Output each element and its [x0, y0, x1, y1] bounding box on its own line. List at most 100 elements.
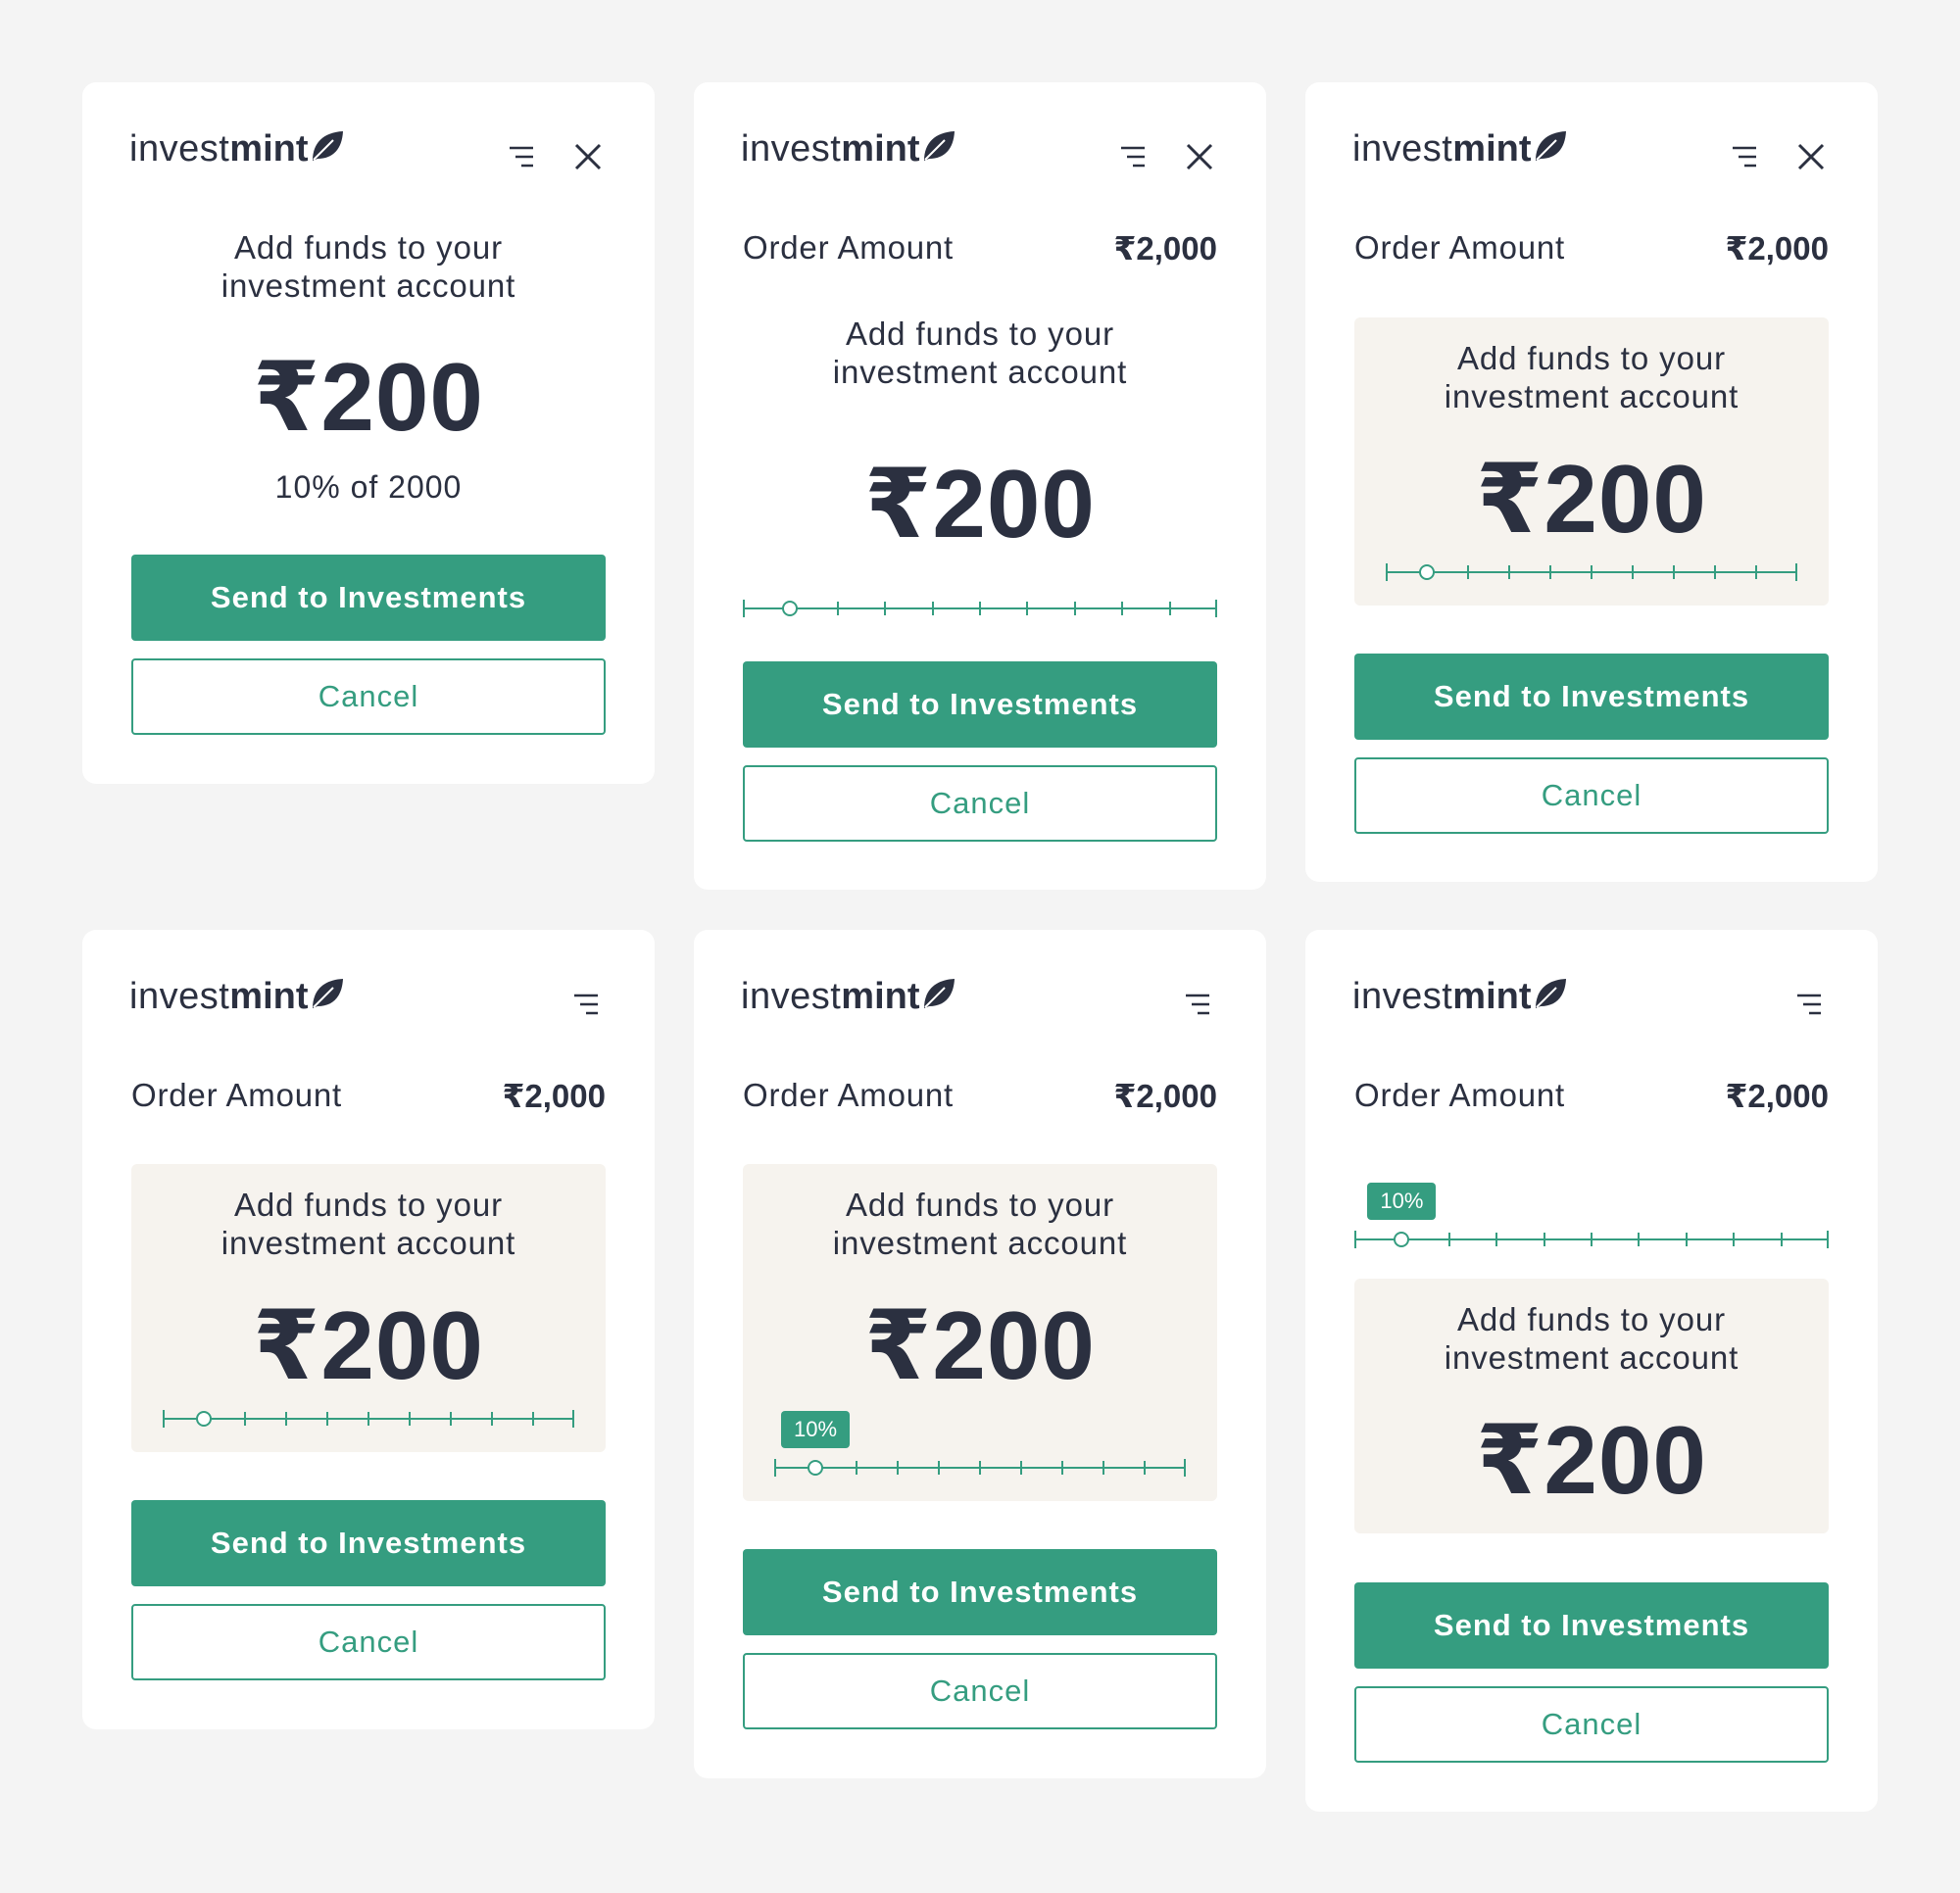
percent-slider[interactable]: 10%	[774, 1411, 1186, 1487]
cancel-button[interactable]: Cancel	[743, 765, 1217, 842]
add-funds-panel: Add funds to your investment account ₹20…	[1354, 1279, 1829, 1533]
logo-text-light: invest	[741, 128, 842, 170]
logo-text-light: invest	[129, 976, 230, 1017]
slider-tick	[1632, 565, 1634, 579]
investment-card-5: investmint Order Amount ₹2,000 Add funds…	[694, 930, 1266, 1778]
menu-icon[interactable]	[1725, 137, 1764, 176]
close-icon[interactable]	[568, 137, 608, 176]
send-to-investments-button[interactable]: Send to Investments	[1354, 654, 1829, 740]
amount-value: ₹200	[253, 343, 484, 451]
slider-tick	[409, 1412, 411, 1426]
order-amount-label: Order Amount	[743, 1077, 955, 1113]
amount-value: ₹200	[1476, 445, 1707, 553]
slider-tick	[938, 1461, 940, 1475]
order-amount-value: ₹2,000	[1725, 1078, 1829, 1114]
slider-end-tick	[774, 1459, 776, 1477]
slider-tick	[1073, 602, 1076, 615]
slider-tick	[1061, 1461, 1063, 1475]
menu-icon[interactable]	[1178, 985, 1217, 1024]
close-icon[interactable]	[1180, 137, 1219, 176]
send-to-investments-button[interactable]: Send to Investments	[1354, 1582, 1829, 1669]
send-to-investments-button[interactable]: Send to Investments	[131, 555, 606, 641]
order-amount-label: Order Amount	[131, 1077, 343, 1113]
add-funds-line1: Add funds to your	[1457, 1301, 1726, 1337]
add-funds-text: Add funds to your investment account	[694, 315, 1266, 391]
slider-end-tick	[743, 600, 745, 617]
slider-tick	[1026, 602, 1029, 615]
investment-card-6: investmint Order Amount ₹2,000 10% Add f…	[1305, 930, 1878, 1812]
order-amount-value: ₹2,000	[502, 1078, 606, 1114]
send-to-investments-button[interactable]: Send to Investments	[743, 661, 1217, 748]
slider-tick	[1591, 1233, 1592, 1246]
slider-tick	[1591, 565, 1592, 579]
slider-tick	[1780, 1233, 1783, 1246]
slider-thumb[interactable]	[1419, 564, 1435, 580]
slider-tick	[856, 1461, 858, 1475]
slider-tick	[1447, 1233, 1450, 1246]
order-amount-value: ₹2,000	[1113, 1078, 1217, 1114]
close-icon[interactable]	[1791, 137, 1831, 176]
slider-thumb[interactable]	[782, 601, 799, 616]
slider-tick	[1733, 1233, 1736, 1246]
slider-tick	[1673, 565, 1675, 579]
leaf-icon	[312, 979, 343, 1008]
add-funds-panel: Add funds to your investment account ₹20…	[131, 1164, 606, 1452]
slider-tick	[491, 1412, 493, 1426]
order-amount-value: ₹2,000	[1113, 230, 1217, 267]
amount-value: ₹200	[1476, 1406, 1707, 1514]
slider-tick	[285, 1412, 287, 1426]
cancel-button[interactable]: Cancel	[1354, 757, 1829, 834]
slider-tick	[244, 1412, 246, 1426]
slider-thumb[interactable]	[808, 1460, 823, 1476]
amount-value: ₹200	[253, 1291, 484, 1399]
slider-tick	[897, 1461, 899, 1475]
cancel-button[interactable]: Cancel	[131, 658, 606, 735]
send-to-investments-button[interactable]: Send to Investments	[131, 1500, 606, 1586]
slider-tick	[1508, 565, 1510, 579]
cancel-button[interactable]: Cancel	[1354, 1686, 1829, 1763]
order-amount-value: ₹2,000	[1725, 230, 1829, 267]
slider-tick	[1144, 1461, 1146, 1475]
brand-logo: investmint	[741, 977, 956, 1015]
slider-tick	[1755, 565, 1757, 579]
brand-logo: investmint	[1352, 129, 1568, 168]
slider-tick	[1495, 1233, 1498, 1246]
amount-value: ₹200	[864, 1291, 1096, 1399]
add-funds-panel: Add funds to your investment account ₹20…	[1354, 317, 1829, 606]
logo-text-bold: mint	[841, 976, 920, 1017]
slider-tick	[1549, 565, 1551, 579]
add-funds-text: Add funds to your investment account	[1354, 1300, 1829, 1377]
menu-icon[interactable]	[1789, 985, 1829, 1024]
send-to-investments-button[interactable]: Send to Investments	[743, 1549, 1217, 1635]
slider-tick	[450, 1412, 452, 1426]
cancel-button[interactable]: Cancel	[743, 1653, 1217, 1729]
slider-thumb[interactable]	[1394, 1232, 1410, 1247]
brand-logo: investmint	[741, 129, 956, 168]
percent-slider[interactable]	[743, 589, 1217, 628]
slider-thumb[interactable]	[196, 1411, 212, 1427]
slider-end-tick	[1386, 563, 1388, 581]
investment-card-1: investmint Add funds to your investment …	[82, 82, 655, 784]
slider-end-tick	[1215, 600, 1217, 617]
percent-badge: 10%	[1367, 1183, 1437, 1220]
menu-icon[interactable]	[1113, 137, 1152, 176]
percent-slider[interactable]: 10%	[1354, 1183, 1829, 1259]
leaf-icon	[1535, 979, 1566, 1008]
slider-tick	[1467, 565, 1469, 579]
amount-value: ₹200	[864, 450, 1096, 558]
percent-slider[interactable]	[163, 1399, 574, 1438]
add-funds-line2: investment account	[220, 267, 516, 304]
logo-text-bold: mint	[229, 128, 309, 170]
percent-slider[interactable]	[1386, 553, 1797, 592]
cancel-button[interactable]: Cancel	[131, 1604, 606, 1680]
menu-icon[interactable]	[566, 985, 606, 1024]
order-amount-label: Order Amount	[1354, 229, 1566, 266]
slider-tick	[1020, 1461, 1022, 1475]
order-amount-label: Order Amount	[743, 229, 955, 266]
logo-text-bold: mint	[229, 976, 309, 1017]
slider-end-tick	[1184, 1459, 1186, 1477]
slider-end-tick	[1795, 563, 1797, 581]
slider-tick	[884, 602, 887, 615]
add-funds-line1: Add funds to your	[846, 316, 1114, 352]
menu-icon[interactable]	[502, 137, 541, 176]
